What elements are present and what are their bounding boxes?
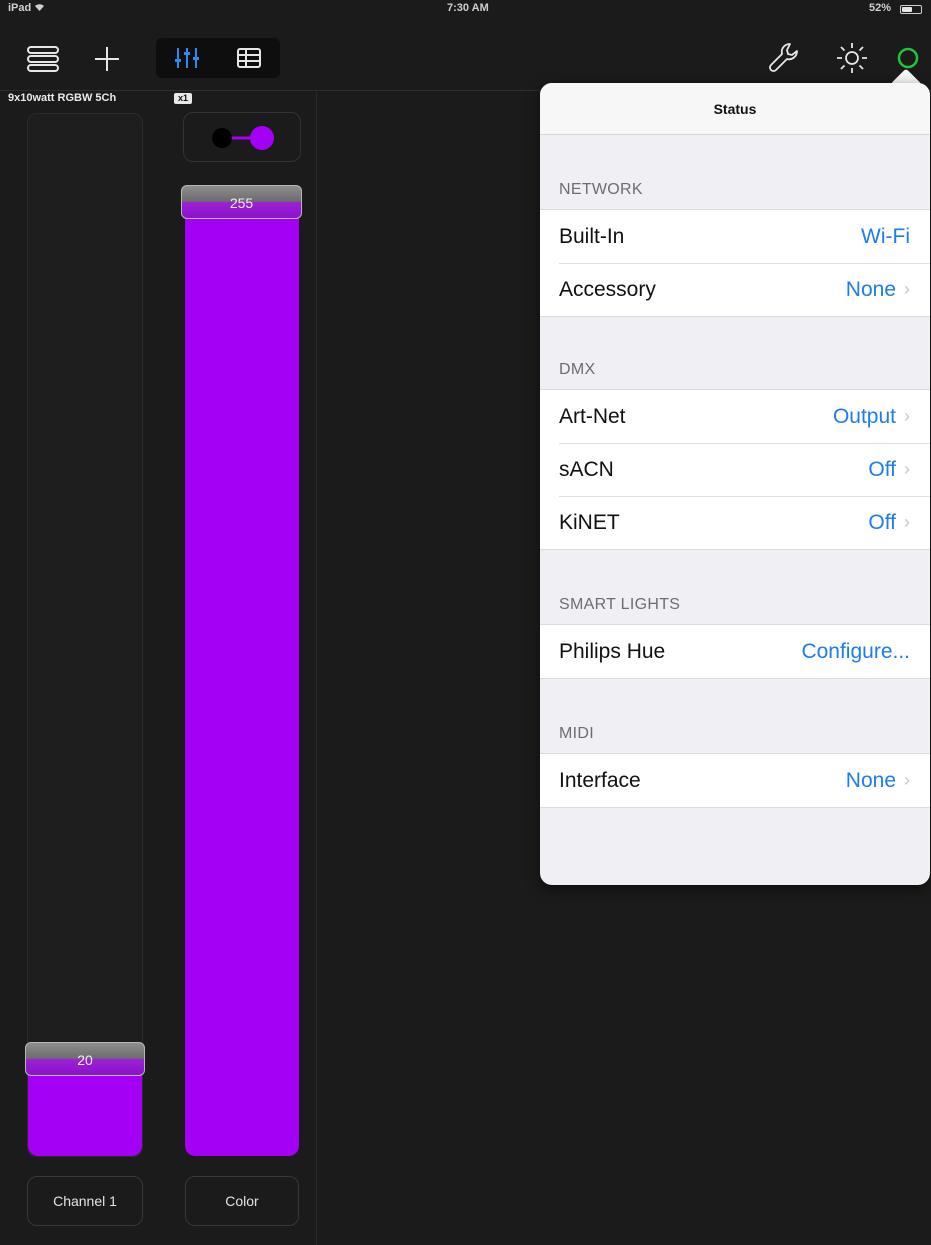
popover-title: Status: [540, 83, 930, 135]
chevron-right-icon: ›: [904, 279, 910, 299]
section-title-network: NETWORK: [559, 181, 643, 198]
brightness-icon[interactable]: [832, 38, 872, 78]
row-value: Off: [868, 457, 896, 481]
menu-icon[interactable]: [26, 44, 60, 74]
smart-lights-group: Philips Hue Configure...: [540, 624, 930, 679]
chevron-right-icon: ›: [904, 406, 910, 426]
row-philips-hue[interactable]: Philips Hue Configure...: [540, 625, 930, 678]
row-label: Accessory: [559, 277, 656, 301]
row-kinet[interactable]: KiNET Off ›: [540, 496, 930, 549]
fixture-title: 9x10watt RGBW 5Ch: [8, 92, 117, 104]
color-fader-handle[interactable]: 255: [181, 185, 302, 219]
color-label-button[interactable]: Color: [185, 1176, 299, 1226]
fixture-count-badge: x1: [174, 93, 192, 104]
faders-view-button[interactable]: [156, 38, 218, 78]
channel-1-fader-track[interactable]: [27, 113, 143, 1157]
channel-1-fader-handle[interactable]: 20: [25, 1042, 145, 1076]
row-value: Off: [868, 510, 896, 534]
row-label: Built-In: [559, 224, 625, 248]
chevron-right-icon: ›: [904, 459, 910, 479]
row-value: None: [845, 277, 896, 301]
midi-group: Interface None ›: [540, 753, 930, 808]
row-built-in[interactable]: Built-In Wi-Fi: [540, 210, 930, 263]
faders-icon: [175, 48, 199, 68]
row-label: Philips Hue: [559, 639, 666, 663]
grid-view-button[interactable]: [218, 38, 280, 78]
status-bar-device: iPad: [8, 2, 45, 14]
row-art-net[interactable]: Art-Net Output ›: [540, 390, 930, 443]
row-label: KiNET: [559, 510, 620, 534]
row-accessory[interactable]: Accessory None ›: [540, 263, 930, 316]
row-value: None: [845, 768, 896, 792]
network-group: Built-In Wi-Fi Accessory None ›: [540, 209, 930, 317]
status-bar-battery-text: 52%: [869, 2, 892, 14]
row-label: Art-Net: [559, 404, 626, 428]
status-bar-time: 7:30 AM: [447, 2, 489, 14]
chevron-right-icon: ›: [904, 770, 910, 790]
row-sacn[interactable]: sACN Off ›: [540, 443, 930, 496]
add-icon[interactable]: [92, 44, 122, 74]
status-popover: Status NETWORK Built-In Wi-Fi Accessory …: [540, 83, 930, 885]
dmx-group: Art-Net Output › sACN Off › KiNET Off ›: [540, 389, 930, 550]
fixture-column-divider: [316, 92, 317, 1245]
row-value: Wi-Fi: [861, 224, 910, 248]
row-label: Interface: [559, 768, 641, 792]
channel-1-label-button[interactable]: Channel 1: [27, 1176, 143, 1226]
configure-link[interactable]: Configure...: [801, 640, 910, 664]
color-fader-track[interactable]: [185, 190, 299, 1156]
row-label: sACN: [559, 457, 614, 481]
chevron-right-icon: ›: [904, 512, 910, 532]
row-interface[interactable]: Interface None ›: [540, 754, 930, 807]
color-preview-box[interactable]: [183, 112, 301, 162]
view-mode-segmented-control: [156, 38, 280, 78]
status-icon[interactable]: [894, 44, 922, 72]
grid-icon: [237, 48, 261, 68]
section-title-smart-lights: SMART LIGHTS: [559, 596, 681, 613]
battery-icon: [900, 5, 922, 14]
wrench-icon[interactable]: [764, 38, 804, 78]
section-title-dmx: DMX: [559, 361, 596, 378]
wifi-icon: [35, 4, 45, 11]
row-value: Output: [832, 404, 896, 428]
channel-1-fader-fill: [28, 1072, 142, 1156]
color-fader-fill: [185, 190, 299, 1156]
section-title-midi: MIDI: [559, 725, 594, 742]
